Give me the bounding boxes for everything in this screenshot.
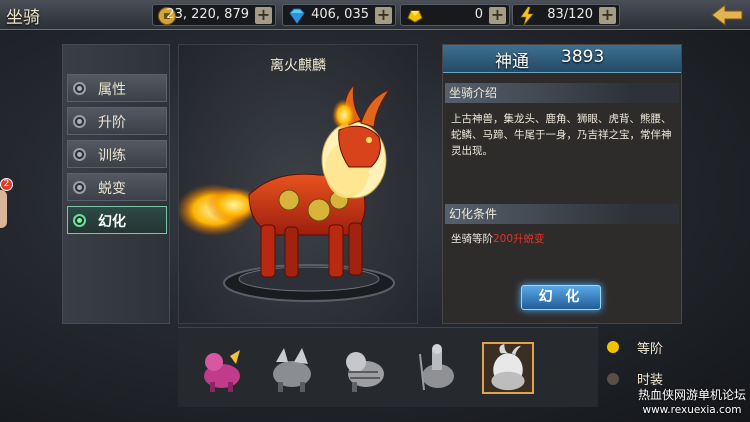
skin-slot-tiger-beast[interactable]	[338, 342, 390, 394]
condition-text: 坐骑等阶200升蜕变	[451, 231, 545, 246]
page-title: 坐骑	[6, 8, 40, 28]
menu-item-train[interactable]: 训练	[67, 140, 167, 168]
energy-value: 83/120	[547, 7, 593, 22]
power-value: 3893	[561, 47, 605, 67]
radio-dot-icon	[73, 82, 86, 95]
diamond-resource: 406, 035 +	[282, 4, 396, 26]
watermark-title: 热血侠网游单机论坛	[637, 388, 746, 402]
mount-qilin-image[interactable]	[179, 75, 419, 320]
menu-item-label: 幻化	[98, 214, 126, 230]
power-bar: 神通 3893	[443, 45, 681, 73]
condition-highlight: 200升蜕变	[493, 233, 545, 245]
add-energy-button[interactable]: +	[599, 7, 616, 24]
gold-value: 0	[474, 7, 483, 22]
gold-resource: 0 +	[400, 4, 510, 26]
transform-button[interactable]: 幻 化	[521, 285, 601, 310]
menu-item-label: 属性	[98, 82, 126, 98]
radio-dot-icon	[73, 115, 86, 128]
filter-fashion-radio[interactable]	[607, 373, 619, 385]
side-character-tab[interactable]	[0, 190, 7, 228]
side-menu: 属性 升阶 训练 蜕变 幻化	[62, 44, 170, 324]
back-arrow-icon[interactable]	[710, 3, 744, 27]
copper-value: 23, 220, 879	[166, 7, 249, 22]
menu-item-evolve[interactable]: 蜕变	[67, 173, 167, 201]
filter-level-radio[interactable]	[607, 341, 619, 353]
lightning-icon	[520, 6, 534, 26]
radio-dot-icon	[73, 148, 86, 161]
menu-item-attributes[interactable]: 属性	[67, 74, 167, 102]
filter-fashion-label[interactable]: 时装	[637, 369, 663, 388]
menu-item-transform[interactable]: 幻化	[67, 206, 167, 234]
gold-ingot-icon	[407, 10, 423, 23]
skin-slot-pink-beast[interactable]	[196, 342, 248, 394]
skin-selector	[178, 327, 598, 407]
radio-dot-icon	[73, 214, 86, 227]
menu-item-upgrade[interactable]: 升阶	[67, 107, 167, 135]
top-bar: 坐骑 23, 220, 879 + 406, 035 + 0 + 83/120 …	[0, 0, 750, 30]
add-copper-button[interactable]: +	[255, 7, 272, 24]
energy-resource: 83/120 +	[512, 4, 620, 26]
power-label: 神通	[495, 52, 529, 72]
diamond-value: 406, 035	[311, 7, 369, 22]
mount-name: 离火麒麟	[270, 58, 326, 74]
filter-level-label[interactable]: 等阶	[637, 338, 663, 357]
menu-item-label: 蜕变	[98, 181, 126, 197]
diamond-icon	[289, 8, 305, 24]
skin-slot-qilin-selected[interactable]	[482, 342, 534, 394]
add-gold-button[interactable]: +	[489, 7, 506, 24]
intro-text: 上古神兽，集龙头、鹿角、狮眼、虎背、熊腰、蛇鳞、马蹄、牛尾于一身，乃吉祥之宝，常…	[451, 113, 672, 157]
copper-resource: 23, 220, 879 +	[152, 4, 276, 26]
mount-info-panel: 神通 3893 坐骑介绍 上古神兽，集龙头、鹿角、狮眼、虎背、熊腰、蛇鳞、马蹄、…	[442, 44, 682, 324]
menu-item-label: 训练	[98, 148, 126, 164]
add-diamond-button[interactable]: +	[375, 7, 392, 24]
skin-slot-rider-beast[interactable]	[410, 342, 462, 394]
notification-badge[interactable]: 2	[0, 178, 13, 191]
watermark-url: www.rexuexia.com	[642, 404, 742, 416]
condition-heading: 幻化条件	[445, 204, 679, 224]
mount-stage: 离火麒麟	[178, 44, 418, 324]
menu-item-label: 升阶	[98, 115, 126, 131]
radio-dot-icon	[73, 181, 86, 194]
skin-slot-armored-beast[interactable]	[266, 342, 318, 394]
watermark: 热血侠网游单机论坛 www.rexuexia.com	[638, 388, 746, 418]
intro-heading: 坐骑介绍	[445, 83, 679, 103]
condition-prefix: 坐骑等阶	[451, 233, 493, 245]
